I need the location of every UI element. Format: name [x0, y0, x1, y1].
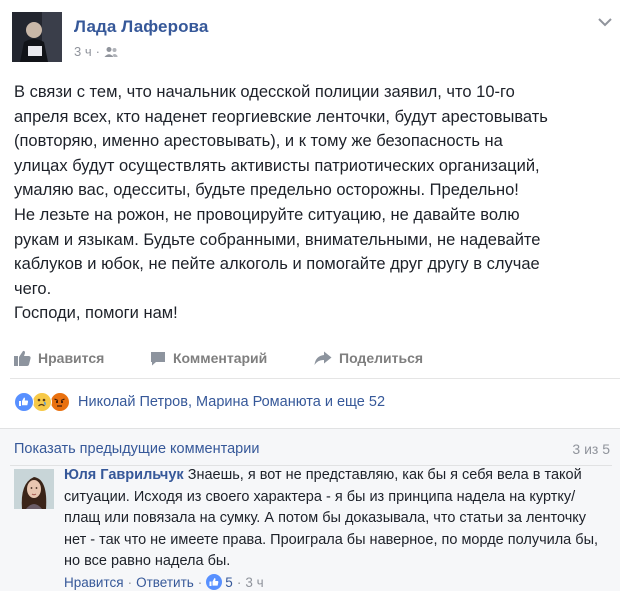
reaction-names[interactable]: Николай Петров, Марина Романюта и еще 52 — [78, 394, 385, 410]
comment-reply-link[interactable]: Ответить — [136, 575, 194, 590]
comment-actions: Нравится · Ответить · 5 · 3 ч — [64, 574, 264, 590]
divider — [10, 378, 620, 379]
comment-icon — [151, 351, 165, 365]
share-button[interactable]: Поделиться — [314, 350, 423, 366]
post-card: Лада Лаферова 3 ч · В связи с тем, что н… — [0, 0, 620, 591]
comment-like-link[interactable]: Нравится — [64, 575, 124, 590]
comment-label: Комментарий — [173, 350, 268, 366]
separator: · — [127, 574, 133, 590]
post-body: В связи с тем, что начальник одесской по… — [14, 83, 548, 323]
like-button[interactable]: Нравится — [14, 350, 150, 366]
comment-time[interactable]: 3 ч — [245, 575, 263, 590]
separator: · — [236, 574, 242, 590]
reaction-icons[interactable] — [14, 392, 76, 412]
post-text: В связи с тем, что начальник одесской по… — [14, 80, 614, 326]
chevron-down-icon[interactable] — [598, 14, 612, 27]
comments-section: Показать предыдущие комментарии 3 из 5 Ю… — [0, 428, 620, 591]
comment-author[interactable]: Юля Гаврильчук — [64, 467, 184, 483]
show-previous-comments-link[interactable]: Показать предыдущие комментарии — [14, 441, 259, 457]
thumbs-up-icon — [14, 350, 31, 366]
comment-button[interactable]: Комментарий — [150, 350, 314, 366]
commenter-avatar[interactable] — [14, 469, 54, 509]
author-avatar[interactable] — [12, 12, 62, 62]
sad-reaction-icon — [32, 392, 52, 412]
like-label: Нравится — [38, 350, 105, 366]
meta-separator: · — [95, 44, 100, 59]
author-name[interactable]: Лада Лаферова — [74, 17, 208, 37]
post-time[interactable]: 3 ч — [74, 44, 92, 59]
share-label: Поделиться — [339, 350, 424, 366]
comment-like-count[interactable]: 5 — [225, 575, 233, 590]
comment: Юля Гаврильчук Знаешь, я вот не представ… — [64, 465, 604, 573]
like-reaction-icon — [14, 392, 34, 412]
comments-count: 3 из 5 — [572, 441, 610, 457]
post-meta: 3 ч · — [74, 44, 118, 59]
friends-icon[interactable] — [104, 46, 118, 58]
share-icon — [314, 351, 332, 365]
reactions-summary[interactable]: Николай Петров, Марина Романюта и еще 52 — [14, 392, 385, 412]
post-actions: Нравится Комментарий Поделиться — [14, 344, 423, 372]
angry-reaction-icon — [50, 392, 70, 412]
like-icon[interactable] — [206, 574, 223, 590]
separator: · — [197, 574, 203, 590]
